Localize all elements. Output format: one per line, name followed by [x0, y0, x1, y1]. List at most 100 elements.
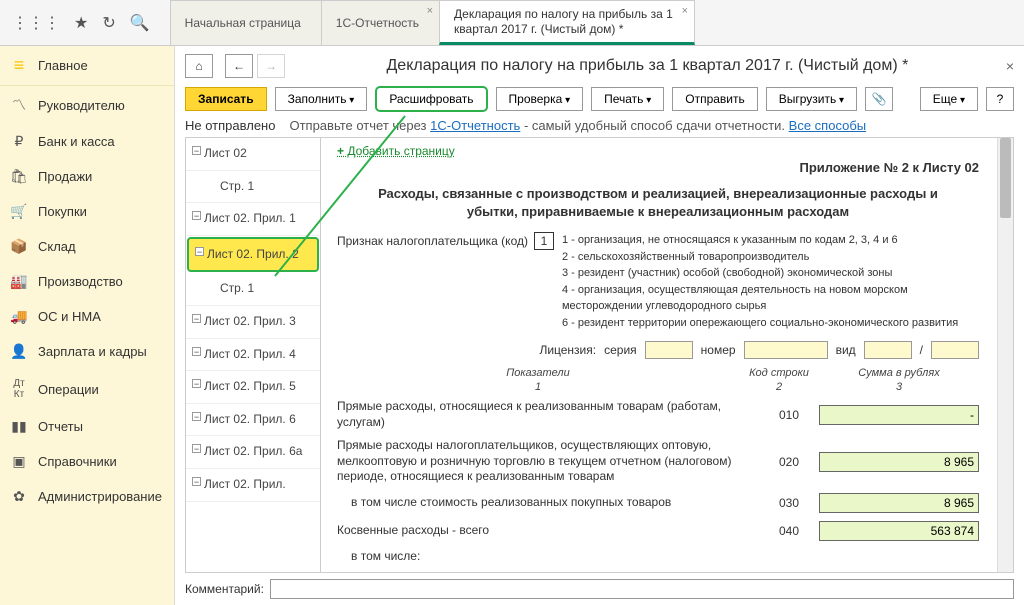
tab-start[interactable]: Начальная страница	[170, 0, 322, 45]
column-headers: Показатели Код строки Сумма в рублях	[337, 367, 979, 379]
save-button[interactable]: Записать	[185, 87, 267, 111]
add-page-link[interactable]: Добавить страницу	[337, 144, 455, 158]
tree-item[interactable]: −Лист 02. Прил.	[186, 469, 320, 502]
forward-button[interactable]: →	[257, 54, 285, 78]
sidebar-item-warehouse[interactable]: 📦Склад	[0, 229, 174, 264]
comment-input[interactable]	[270, 579, 1014, 599]
data-row-010: Прямые расходы, относящиеся к реализован…	[337, 399, 979, 430]
value-010[interactable]	[819, 405, 979, 425]
attach-button[interactable]: 📎	[865, 87, 893, 111]
collapse-icon[interactable]: −	[195, 247, 204, 256]
toolbar: Записать Заполнить Расшифровать Проверка…	[185, 86, 1014, 112]
sidebar-item-purchases[interactable]: 🛒Покупки	[0, 194, 174, 229]
sidebar-item-catalogs[interactable]: ▣Справочники	[0, 444, 174, 479]
sidebar: ≡Главное 〽Руководителю ₽Банк и касса 🛍Пр…	[0, 46, 175, 605]
value-040[interactable]	[819, 521, 979, 541]
data-row-040: Косвенные расходы - всего 040	[337, 521, 979, 541]
comment-row: Комментарий:	[185, 579, 1014, 599]
sidebar-item-bank[interactable]: ₽Банк и касса	[0, 124, 174, 159]
link-all-ways[interactable]: Все способы	[789, 118, 866, 133]
tab-declaration[interactable]: Декларация по налогу на прибыль за 1 ква…	[439, 0, 695, 45]
tab-1c-report[interactable]: 1С-Отчетность ×	[321, 0, 440, 45]
link-1c-report[interactable]: 1С-Отчетность	[430, 118, 520, 133]
close-icon[interactable]: ×	[682, 5, 688, 17]
license-kind1-input[interactable]	[864, 341, 912, 359]
data-row-020: Прямые расходы налогоплательщиков, осуще…	[337, 438, 979, 485]
license-series-input[interactable]	[645, 341, 693, 359]
decode-button[interactable]: Расшифровать	[375, 86, 487, 112]
tree-item[interactable]: −Лист 02	[186, 138, 320, 171]
sidebar-item-sales[interactable]: 🛍Продажи	[0, 159, 174, 194]
tree-item[interactable]: −Лист 02. Прил. 3	[186, 306, 320, 339]
sidebar-item-assets[interactable]: 🚚ОС и НМА	[0, 299, 174, 334]
tree-item[interactable]: −Лист 02. Прил. 4	[186, 339, 320, 372]
cart-icon: 🛒	[10, 203, 28, 220]
home-button[interactable]: ⌂	[185, 54, 213, 78]
send-button[interactable]: Отправить	[672, 87, 758, 111]
tree-item[interactable]: Стр. 1	[186, 171, 320, 204]
person-icon: 👤	[10, 343, 28, 360]
box-icon: 📦	[10, 238, 28, 255]
back-button[interactable]: ←	[225, 54, 253, 78]
bar-chart-icon: ▮▮	[10, 418, 28, 435]
sidebar-item-payroll[interactable]: 👤Зарплата и кадры	[0, 334, 174, 369]
collapse-icon[interactable]: −	[192, 477, 201, 486]
data-row-incl: в том числе:	[337, 549, 979, 565]
star-icon[interactable]: ★	[74, 13, 88, 33]
appendix-caption: Приложение № 2 к Листу 02	[337, 160, 979, 175]
collapse-icon[interactable]: −	[192, 379, 201, 388]
license-kind2-input[interactable]	[931, 341, 979, 359]
value-030[interactable]	[819, 493, 979, 513]
tree-item[interactable]: −Лист 02. Прил. 1	[186, 203, 320, 236]
apps-icon[interactable]: ⋮⋮⋮	[12, 13, 60, 33]
value-020[interactable]	[819, 452, 979, 472]
tree-item[interactable]: Стр. 1	[186, 273, 320, 306]
help-button[interactable]: ?	[986, 87, 1014, 111]
check-button[interactable]: Проверка	[496, 87, 584, 111]
fill-button[interactable]: Заполнить	[275, 87, 368, 111]
collapse-icon[interactable]: −	[192, 444, 201, 453]
collapse-icon[interactable]: −	[192, 412, 201, 421]
form-area: Добавить страницу Приложение № 2 к Листу…	[321, 138, 997, 572]
export-button[interactable]: Выгрузить	[766, 87, 857, 111]
collapse-icon[interactable]: −	[192, 347, 201, 356]
license-row: Лицензия: серия номер вид /	[337, 341, 979, 359]
sidebar-item-manager[interactable]: 〽Руководителю	[0, 86, 174, 124]
close-button[interactable]: ×	[1006, 58, 1014, 74]
page-title: Декларация по налогу на прибыль за 1 ква…	[289, 57, 1006, 75]
sidebar-item-production[interactable]: 🏭Производство	[0, 264, 174, 299]
form-heading: Расходы, связанные с производством и реа…	[367, 185, 949, 220]
collapse-icon[interactable]: −	[192, 314, 201, 323]
chart-icon: 〽	[10, 95, 28, 115]
top-icons: ⋮⋮⋮ ★ ↻ 🔍	[0, 0, 162, 45]
collapse-icon[interactable]: −	[192, 146, 201, 155]
tree-item[interactable]: −Лист 02. Прил. 5	[186, 371, 320, 404]
print-button[interactable]: Печать	[591, 87, 664, 111]
license-number-input[interactable]	[744, 341, 828, 359]
close-icon[interactable]: ×	[427, 5, 433, 17]
taxpayer-code-box[interactable]: 1	[534, 232, 554, 250]
books-icon: ▣	[10, 453, 28, 470]
gear-icon: ✿	[10, 488, 28, 505]
status-label: Не отправлено	[185, 118, 275, 133]
tree-item-selected[interactable]: −Лист 02. Прил. 2	[187, 237, 319, 273]
collapse-icon[interactable]: −	[192, 211, 201, 220]
sidebar-item-operations[interactable]: ДтКтОперации	[0, 369, 174, 409]
tabs: Начальная страница 1С-Отчетность × Декла…	[170, 0, 694, 45]
factory-icon: 🏭	[10, 273, 28, 290]
more-button[interactable]: Еще	[920, 87, 978, 111]
data-row-030: в том числе стоимость реализованных поку…	[337, 493, 979, 513]
code-legend: 1 - организация, не относящаяся к указан…	[562, 232, 972, 331]
truck-icon: 🚚	[10, 308, 28, 325]
search-icon[interactable]: 🔍	[130, 13, 150, 33]
tree-item[interactable]: −Лист 02. Прил. 6	[186, 404, 320, 437]
sidebar-item-reports[interactable]: ▮▮Отчеты	[0, 409, 174, 444]
sidebar-item-main[interactable]: ≡Главное	[0, 46, 174, 86]
sidebar-item-admin[interactable]: ✿Администрирование	[0, 479, 174, 514]
tree-item[interactable]: −Лист 02. Прил. 6а	[186, 436, 320, 469]
ruble-icon: ₽	[10, 133, 28, 150]
scrollbar[interactable]	[997, 138, 1013, 572]
status-hint: Отправьте отчет через 1С-Отчетность - са…	[289, 118, 866, 133]
top-bar: ⋮⋮⋮ ★ ↻ 🔍 Начальная страница 1С-Отчетнос…	[0, 0, 1024, 46]
history-icon[interactable]: ↻	[102, 13, 115, 33]
